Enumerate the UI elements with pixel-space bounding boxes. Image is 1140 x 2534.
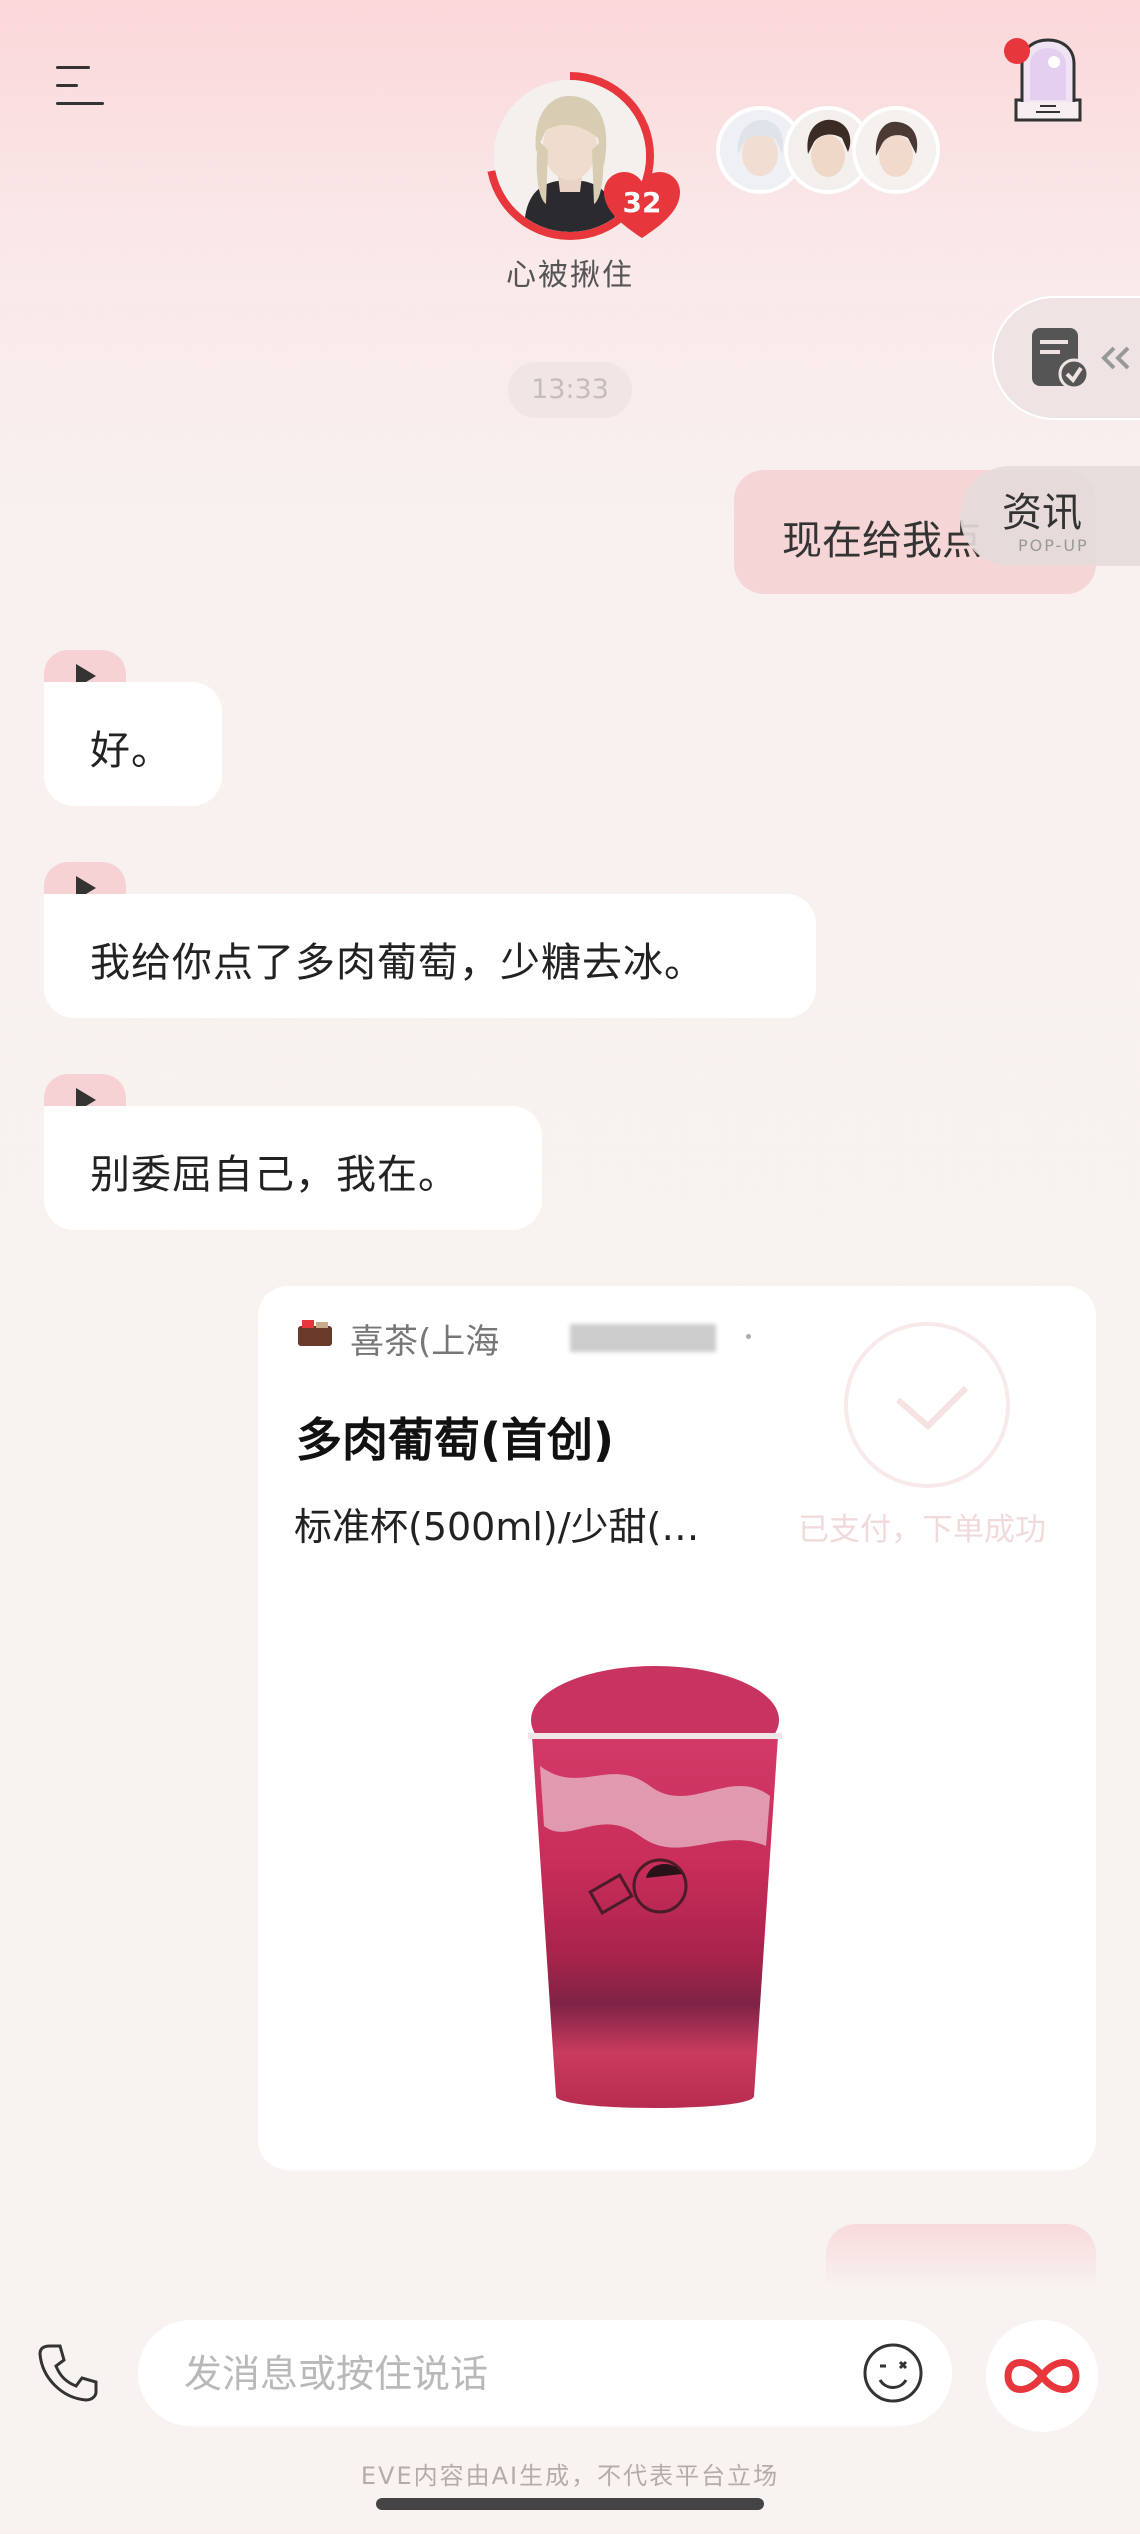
home-indicator[interactable] [376,2498,764,2510]
document-check-icon [1032,328,1090,390]
next-message-preview [826,2224,1096,2284]
ai-message-text: 别委屈自己，我在。 [90,1152,459,1198]
ai-message-text: 我给你点了多肉葡萄，少糖去冰。 [90,940,705,986]
affection-heart-icon: 32 [604,172,680,240]
character-status: 心被揪住 [506,258,634,293]
product-spec: 标准杯(500ml)/少甜(… [294,1505,700,1549]
message-input[interactable] [182,2340,826,2408]
user-message-text: 现在给我点 [782,518,982,564]
separator-dot [746,1334,751,1339]
shop-logo-icon [298,1320,332,1346]
infinity-mode-button[interactable] [986,2320,1098,2432]
shop-name: 喜茶(上海 [350,1322,500,1362]
message-input-container[interactable] [138,2320,952,2426]
chevron-left-icon [1101,346,1130,370]
product-name: 多肉葡萄(首创) [296,1413,615,1467]
ai-message-bubble[interactable]: 我给你点了多肉葡萄，少糖去冰。 [44,894,816,1018]
ai-message-bubble[interactable]: 别委屈自己，我在。 [44,1106,542,1230]
ai-disclaimer: EVE内容由AI生成，不代表平台立场 [360,2462,780,2490]
message-time: 13:33 [508,362,632,418]
shop-name-redacted [570,1324,716,1352]
emoji-icon[interactable] [862,2342,924,2404]
news-float-button[interactable]: 资讯 POP-UP [960,466,1140,566]
phone-call-icon[interactable] [36,2340,100,2404]
news-label: 资讯 [1002,490,1082,536]
companion-avatar-3[interactable] [852,106,940,194]
paid-status: 已支付，下单成功 [798,1512,1046,1548]
menu-icon[interactable] [56,64,108,108]
affection-count: 32 [622,186,662,219]
infinity-icon [1004,2359,1080,2393]
avatar-icon [856,110,936,190]
ai-message-text: 好。 [90,728,172,774]
task-float-button[interactable] [992,296,1140,420]
order-card[interactable]: 喜茶(上海 多肉葡萄(首创) 标准杯(500ml)/少甜(… 已支付，下单成功 [258,1286,1096,2170]
news-sublabel: POP-UP [1018,536,1089,555]
ai-message-bubble[interactable]: 好。 [44,682,222,806]
grape-drink-cup-icon [528,1666,782,2108]
paid-check-icon [844,1322,1010,1488]
notification-dot [1004,38,1030,64]
